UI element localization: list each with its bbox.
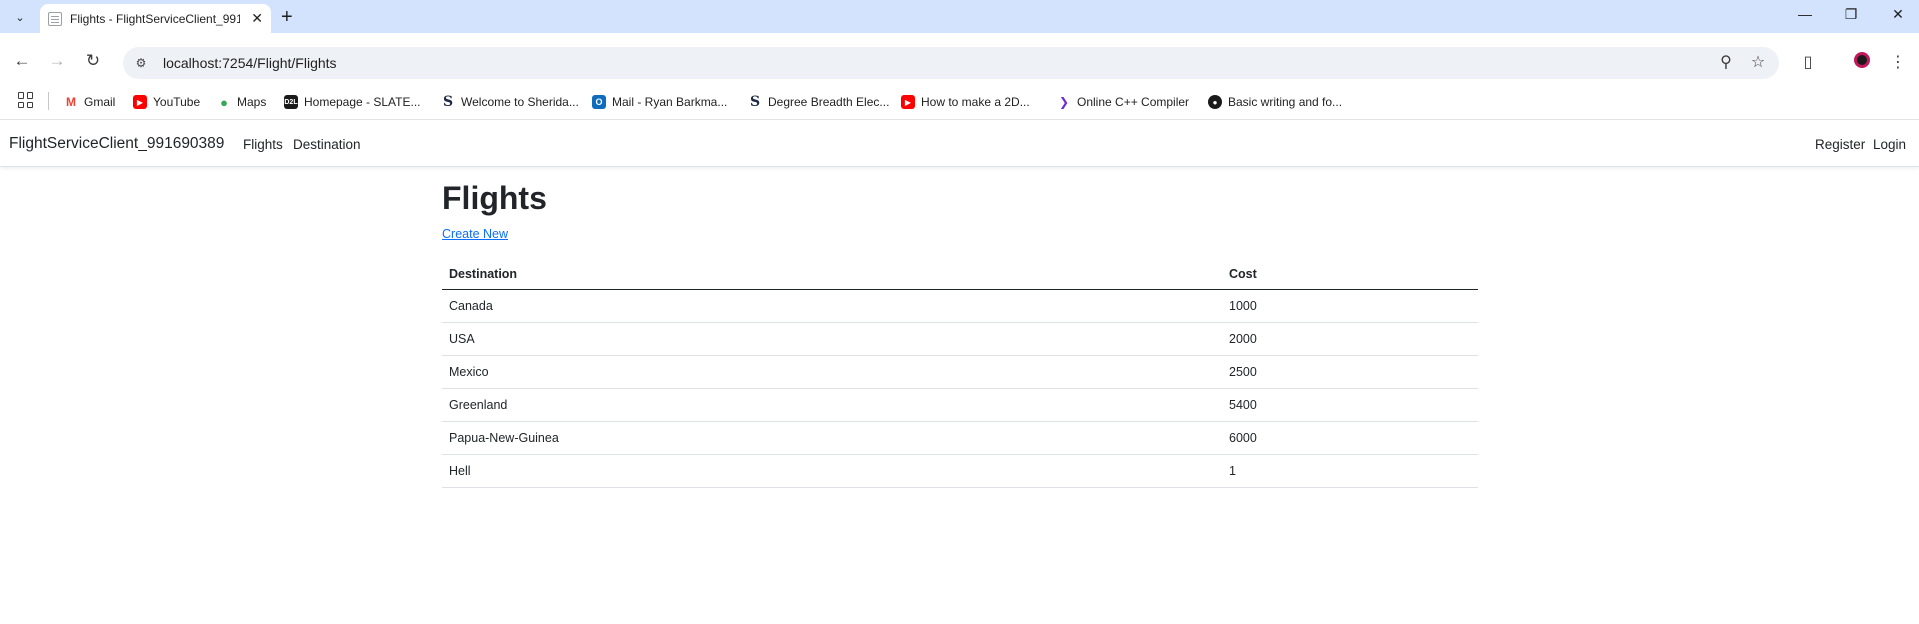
nav-link-flights[interactable]: Flights: [243, 137, 283, 152]
sheridan-icon: S: [749, 94, 761, 110]
table-row: Hell 1: [442, 454, 1478, 488]
bookmark-label: Online C++ Compiler: [1077, 95, 1190, 109]
bookmark-label: How to make a 2D...: [921, 95, 1030, 109]
zoom-icon[interactable]: ⚲: [1715, 52, 1737, 72]
bookmark-maps[interactable]: ● Maps: [217, 92, 266, 112]
header-destination: Destination: [442, 260, 1222, 290]
table-row: Mexico 2500: [442, 355, 1478, 389]
flights-table: Destination Cost Canada 1000 USA 2000 Me…: [442, 260, 1478, 488]
address-bar[interactable]: ⚙ localhost:7254/Flight/Flights: [123, 47, 1779, 79]
cell-destination: Greenland: [442, 388, 1222, 422]
create-new-link[interactable]: Create New: [442, 227, 508, 241]
url-text: localhost:7254/Flight/Flights: [163, 55, 337, 71]
table-row: Canada 1000: [442, 289, 1478, 323]
github-icon: ●: [1208, 95, 1222, 109]
forward-button[interactable]: →: [46, 50, 68, 72]
cell-destination: Mexico: [442, 355, 1222, 389]
table-row: USA 2000: [442, 322, 1478, 356]
bookmark-sheridan[interactable]: S Welcome to Sherida...: [441, 92, 579, 112]
active-tab[interactable]: Flights - FlightServiceClient_991690389 …: [40, 4, 271, 33]
cell-cost: 2500: [1222, 355, 1478, 389]
cell-destination: Hell: [442, 454, 1222, 488]
page-title: Flights: [442, 180, 547, 216]
bookmark-label: Mail - Ryan Barkma...: [612, 95, 728, 109]
cell-cost: 1000: [1222, 289, 1478, 323]
cell-cost: 1: [1222, 454, 1478, 488]
new-tab-button[interactable]: +: [281, 7, 293, 27]
extensions-icon[interactable]: ▯: [1797, 52, 1819, 72]
bookmark-gmail[interactable]: M Gmail: [64, 92, 115, 112]
youtube-icon: ▶: [133, 95, 147, 109]
cell-cost: 6000: [1222, 421, 1478, 455]
bookmark-label: Gmail: [84, 95, 116, 109]
close-window-button[interactable]: ✕: [1888, 6, 1908, 23]
bookmark-outlook[interactable]: O Mail - Ryan Barkma...: [592, 92, 727, 112]
bookmark-label: Welcome to Sherida...: [461, 95, 579, 109]
table-header-row: Destination Cost: [442, 260, 1478, 290]
page-icon: [48, 11, 62, 26]
minimize-button[interactable]: —: [1795, 6, 1815, 22]
site-navbar: [0, 121, 1919, 167]
site-info-icon[interactable]: ⚙: [133, 55, 149, 71]
cell-cost: 2000: [1222, 322, 1478, 356]
bookmark-separator: [48, 92, 49, 110]
back-button[interactable]: ←: [11, 50, 33, 72]
bookmark-2d-video[interactable]: ▶ How to make a 2D...: [901, 92, 1030, 112]
sheridan-icon: S: [442, 94, 454, 110]
bookmark-degree-breadth[interactable]: S Degree Breadth Elec...: [748, 92, 889, 112]
outlook-icon: O: [592, 95, 606, 109]
chevron-down-icon: ⌄: [15, 11, 25, 24]
header-cost: Cost: [1222, 260, 1478, 290]
apps-icon[interactable]: [18, 92, 34, 108]
compiler-icon: ❯: [1058, 95, 1070, 109]
d2l-icon: D2L: [284, 95, 298, 109]
maps-icon: ●: [220, 94, 228, 110]
site-brand[interactable]: FlightServiceClient_991690389: [9, 135, 224, 153]
bookmark-slate[interactable]: D2L Homepage - SLATE...: [284, 92, 421, 112]
cell-cost: 5400: [1222, 388, 1478, 422]
menu-icon[interactable]: ⋮: [1887, 52, 1909, 72]
bookmark-github[interactable]: ● Basic writing and fo...: [1208, 92, 1342, 112]
youtube-icon: ▶: [901, 95, 915, 109]
bookmark-label: Maps: [237, 95, 267, 109]
bookmark-label: Degree Breadth Elec...: [768, 95, 890, 109]
login-link[interactable]: Login: [1873, 137, 1906, 152]
bookmark-label: Basic writing and fo...: [1228, 95, 1343, 109]
cell-destination: Canada: [442, 289, 1222, 323]
bookmark-label: YouTube: [153, 95, 201, 109]
tab-title: Flights - FlightServiceClient_991690389: [70, 11, 240, 26]
table-row: Papua-New-Guinea 6000: [442, 421, 1478, 455]
restore-button[interactable]: ❐: [1841, 6, 1861, 23]
tab-search-button[interactable]: ⌄: [7, 6, 33, 28]
close-tab-icon[interactable]: ✕: [251, 10, 263, 27]
bookmark-star-icon[interactable]: ☆: [1747, 52, 1769, 72]
reload-button[interactable]: ↻: [82, 50, 104, 72]
cell-destination: USA: [442, 322, 1222, 356]
table-row: Greenland 5400: [442, 388, 1478, 422]
profile-avatar[interactable]: [1851, 52, 1873, 73]
gmail-icon: M: [66, 95, 76, 109]
nav-link-destination[interactable]: Destination: [293, 137, 361, 152]
bookmark-label: Homepage - SLATE...: [304, 95, 421, 109]
bookmark-compiler[interactable]: ❯ Online C++ Compiler: [1057, 92, 1189, 112]
cell-destination: Papua-New-Guinea: [442, 421, 1222, 455]
register-link[interactable]: Register: [1815, 137, 1865, 152]
bookmark-youtube[interactable]: ▶ YouTube: [133, 92, 200, 112]
